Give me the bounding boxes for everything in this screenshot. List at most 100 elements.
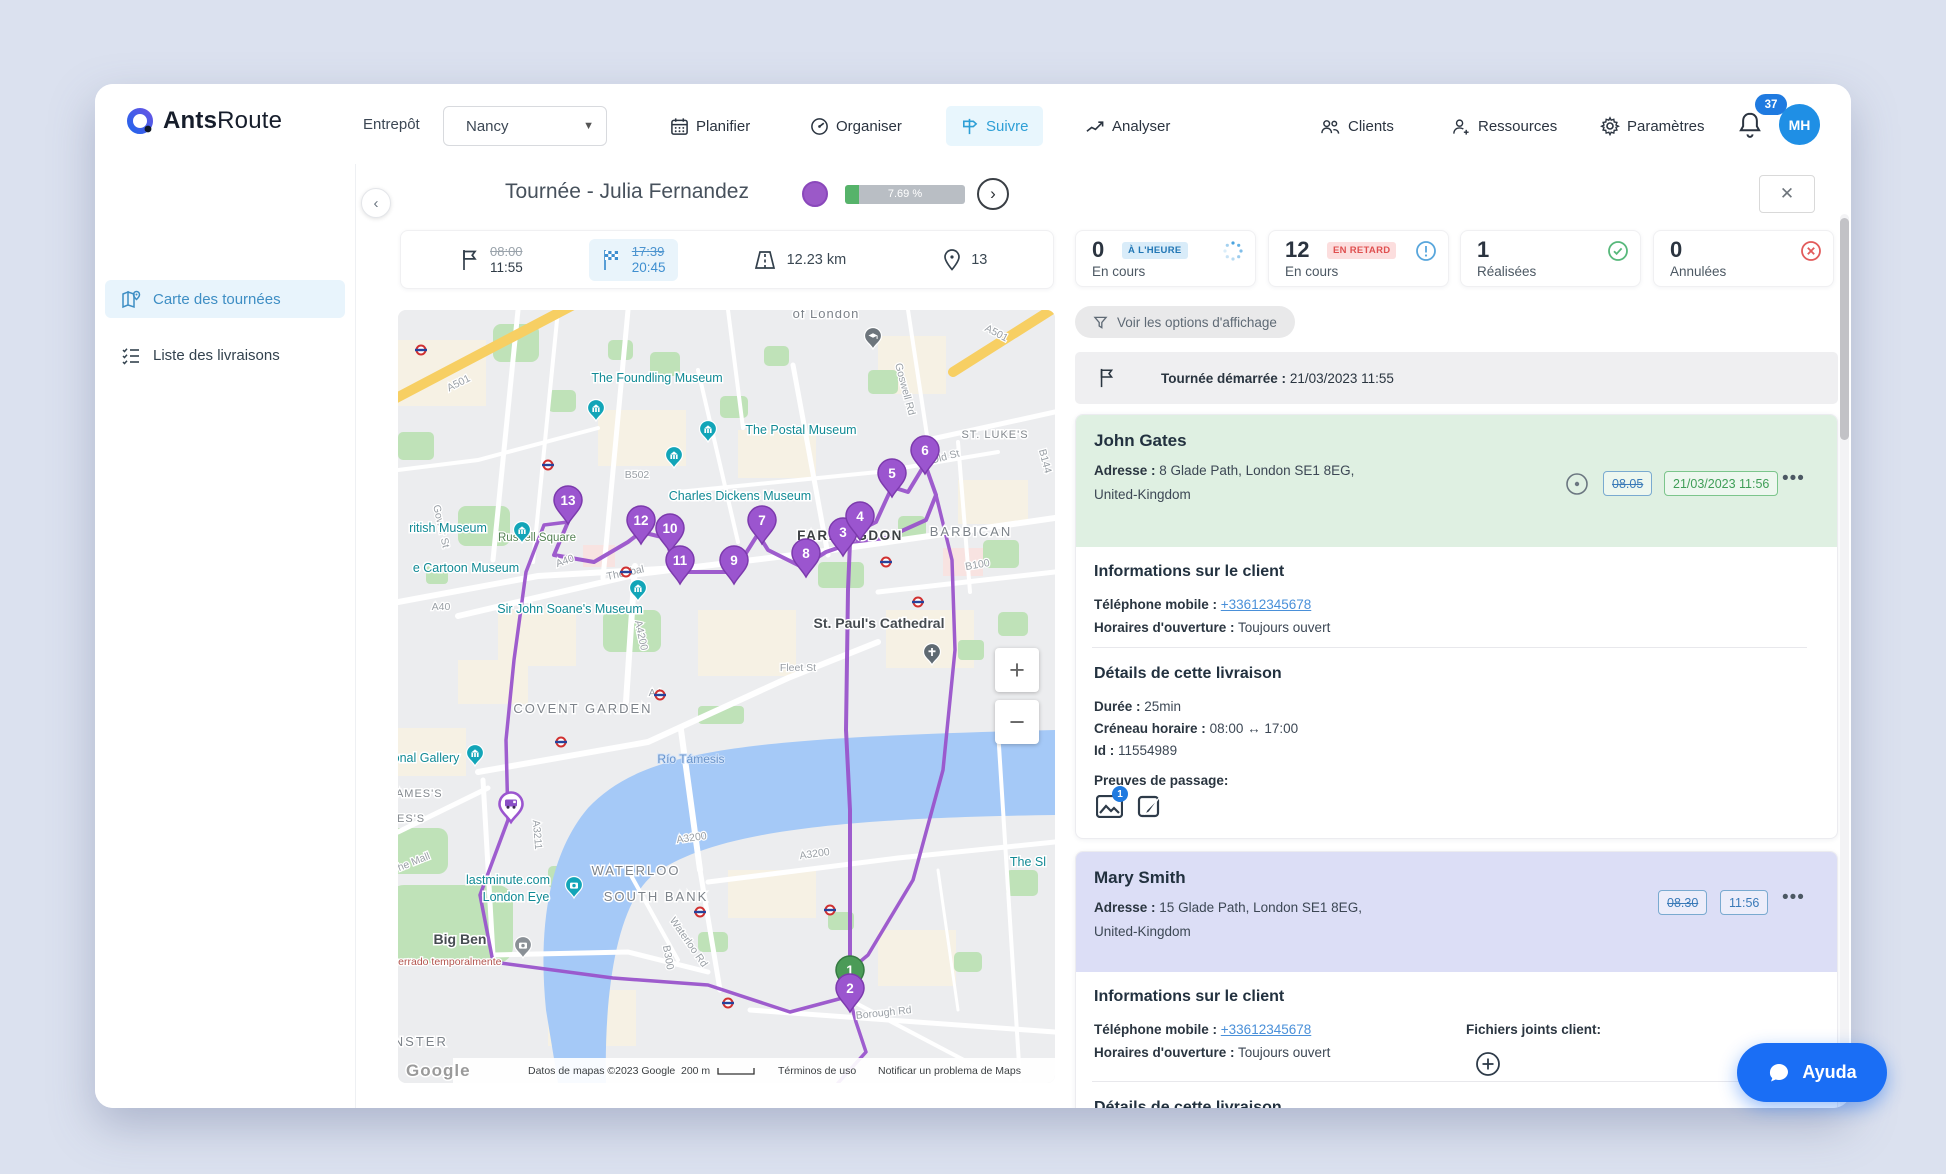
- map-label: onal Gallery: [398, 751, 460, 765]
- nav-clients-label: Clients: [1348, 118, 1394, 135]
- route-map[interactable]: of LondonA501A501The Foundling MuseumThe…: [398, 310, 1055, 1083]
- planned-time-chip: 08.30: [1658, 890, 1707, 915]
- map-terms-link[interactable]: Términos de uso: [778, 1065, 856, 1077]
- route-color-dot: [802, 181, 828, 207]
- zoom-in-button[interactable]: +: [995, 648, 1039, 692]
- sidebar: Carte des tournées Liste des livraisons: [95, 164, 356, 1108]
- map-label: ST. LUKE'S: [961, 429, 1028, 441]
- status-card-cancelled: 0 Annulées: [1653, 230, 1834, 287]
- signature-icon: [1137, 795, 1162, 818]
- marker-number: 7: [758, 513, 766, 528]
- nav-suivre[interactable]: Suivre: [946, 106, 1043, 146]
- map-label: The Postal Museum: [745, 423, 856, 437]
- top-navbar: AntsRoute Entrepôt Nancy ▼ Planifier Org…: [95, 84, 1851, 164]
- warehouse-select[interactable]: Nancy ▼: [443, 106, 607, 146]
- map-label: e Cartoon Museum: [413, 561, 519, 575]
- map-report-link[interactable]: Notificar un problema de Maps: [878, 1065, 1021, 1077]
- nav-analyser[interactable]: Analyser: [1085, 106, 1170, 146]
- locate-icon[interactable]: [1564, 471, 1590, 497]
- progress-label: 7.69 %: [845, 188, 965, 200]
- cancel-circle-icon: [1799, 239, 1823, 268]
- map-label: B502: [625, 469, 650, 481]
- delivery-card-john-gates[interactable]: John Gates Adresse : 8 Glade Path, Londo…: [1075, 414, 1838, 839]
- warehouse-label: Entrepôt: [363, 116, 420, 133]
- nav-clients[interactable]: Clients: [1320, 106, 1394, 146]
- add-attachment-button[interactable]: [1474, 1050, 1502, 1078]
- map-label: INSTER: [398, 1034, 448, 1049]
- route-progress-bar: 7.69 %: [845, 185, 965, 204]
- route-title: Tournée - Julia Fernandez: [505, 180, 749, 204]
- phone-row: Téléphone mobile : +33612345678: [1094, 597, 1311, 612]
- nav-analyser-label: Analyser: [1112, 118, 1170, 135]
- help-chat-button[interactable]: Ayuda: [1737, 1043, 1887, 1102]
- map-label: St. Paul's Cathedral: [814, 615, 945, 631]
- close-panel-button[interactable]: ✕: [1759, 175, 1815, 213]
- map-label: Cerrado temporalmente: [398, 956, 502, 968]
- map-label: WATERLOO: [592, 863, 681, 878]
- sidebar-item-liste-des-livraisons[interactable]: Liste des livraisons: [105, 336, 345, 374]
- display-options-button[interactable]: Voir les options d'affichage: [1075, 306, 1295, 338]
- attachments-label: Fichiers joints client:: [1466, 1022, 1601, 1037]
- nav-parametres[interactable]: Paramètres: [1600, 106, 1705, 146]
- nav-planifier[interactable]: Planifier: [670, 106, 750, 146]
- late-badge: EN RETARD: [1327, 242, 1396, 259]
- delivery-card-mary-smith[interactable]: Mary Smith Adresse : 15 Glade Path, Lond…: [1075, 851, 1838, 1108]
- trip-stats-card: 08:0011:55 17:3920:45 12.23 km 13: [400, 230, 1054, 289]
- map-label: The Foundling Museum: [591, 371, 722, 385]
- sidebar-item-carte-des-tournees[interactable]: Carte des tournées: [105, 280, 345, 318]
- planned-time-chip: 08.05: [1603, 471, 1652, 496]
- nav-suivre-label: Suivre: [986, 118, 1029, 135]
- panel-scrollbar-thumb[interactable]: [1840, 218, 1849, 440]
- flag-icon: [1097, 367, 1117, 389]
- chat-bubble-icon: [1767, 1061, 1791, 1085]
- nav-planifier-label: Planifier: [696, 118, 750, 135]
- more-options-icon[interactable]: •••: [1782, 887, 1805, 909]
- marker-number: 3: [839, 525, 847, 540]
- map-label: of London: [793, 310, 860, 321]
- gauge-icon: [810, 117, 829, 136]
- delivery-header: Mary Smith Adresse : 15 Glade Path, Lond…: [1076, 852, 1837, 972]
- route-started-event: Tournée démarrée : 21/03/2023 11:55: [1075, 352, 1838, 404]
- map-label: The Sl: [1010, 855, 1046, 869]
- done-count: 1: [1477, 237, 1489, 263]
- info-circle-icon: [1414, 239, 1438, 268]
- map-label: MES'S: [398, 813, 425, 825]
- photo-proof-button[interactable]: 1: [1096, 795, 1123, 823]
- duration-row: Durée : 25min: [1094, 699, 1181, 714]
- map-label: Sir John Soane's Museum: [497, 602, 643, 616]
- map-label: A40: [432, 601, 451, 613]
- nav-ressources[interactable]: Ressources: [1451, 106, 1557, 146]
- stops-stat: 13: [942, 248, 987, 272]
- late-count: 12: [1285, 237, 1309, 263]
- map-scale-label: 200 m: [681, 1065, 710, 1077]
- marker-number: 9: [730, 553, 738, 568]
- late-label: En cours: [1285, 264, 1338, 279]
- zoom-out-button[interactable]: −: [995, 700, 1039, 744]
- notifications-bell[interactable]: [1735, 110, 1769, 144]
- distance-value: 12.23 km: [787, 252, 847, 268]
- underground-station-icon: [880, 558, 892, 567]
- next-route-button[interactable]: ›: [977, 178, 1009, 210]
- avatar[interactable]: MH: [1779, 104, 1820, 145]
- map-label: Russell Square: [498, 532, 576, 544]
- more-options-icon[interactable]: •••: [1782, 468, 1805, 490]
- nav-ressources-label: Ressources: [1478, 118, 1557, 135]
- chevron-left-icon: ‹: [374, 195, 379, 212]
- hours-row: Horaires d'ouverture : Toujours ouvert: [1094, 1045, 1330, 1060]
- panel-scrollbar-track[interactable]: [1840, 214, 1849, 1108]
- photo-count-badge: 1: [1112, 786, 1128, 802]
- nav-organiser[interactable]: Organiser: [810, 106, 902, 146]
- phone-link[interactable]: +33612345678: [1221, 1022, 1311, 1037]
- phone-link[interactable]: +33612345678: [1221, 597, 1311, 612]
- planned-end: 17:39: [632, 244, 666, 260]
- event-label: Tournée démarrée :: [1161, 371, 1286, 386]
- map-label: London Eye: [483, 890, 550, 904]
- done-label: Réalisées: [1477, 264, 1536, 279]
- map-label: Charles Dickens Museum: [669, 489, 811, 503]
- signature-proof-button[interactable]: [1137, 795, 1162, 823]
- sidebar-collapse-button[interactable]: ‹: [361, 188, 391, 218]
- chevron-right-icon: ›: [990, 184, 996, 204]
- app-window: AntsRoute Entrepôt Nancy ▼ Planifier Org…: [95, 84, 1851, 1108]
- underground-station-icon: [654, 691, 666, 700]
- antsroute-logo[interactable]: AntsRoute: [125, 106, 282, 136]
